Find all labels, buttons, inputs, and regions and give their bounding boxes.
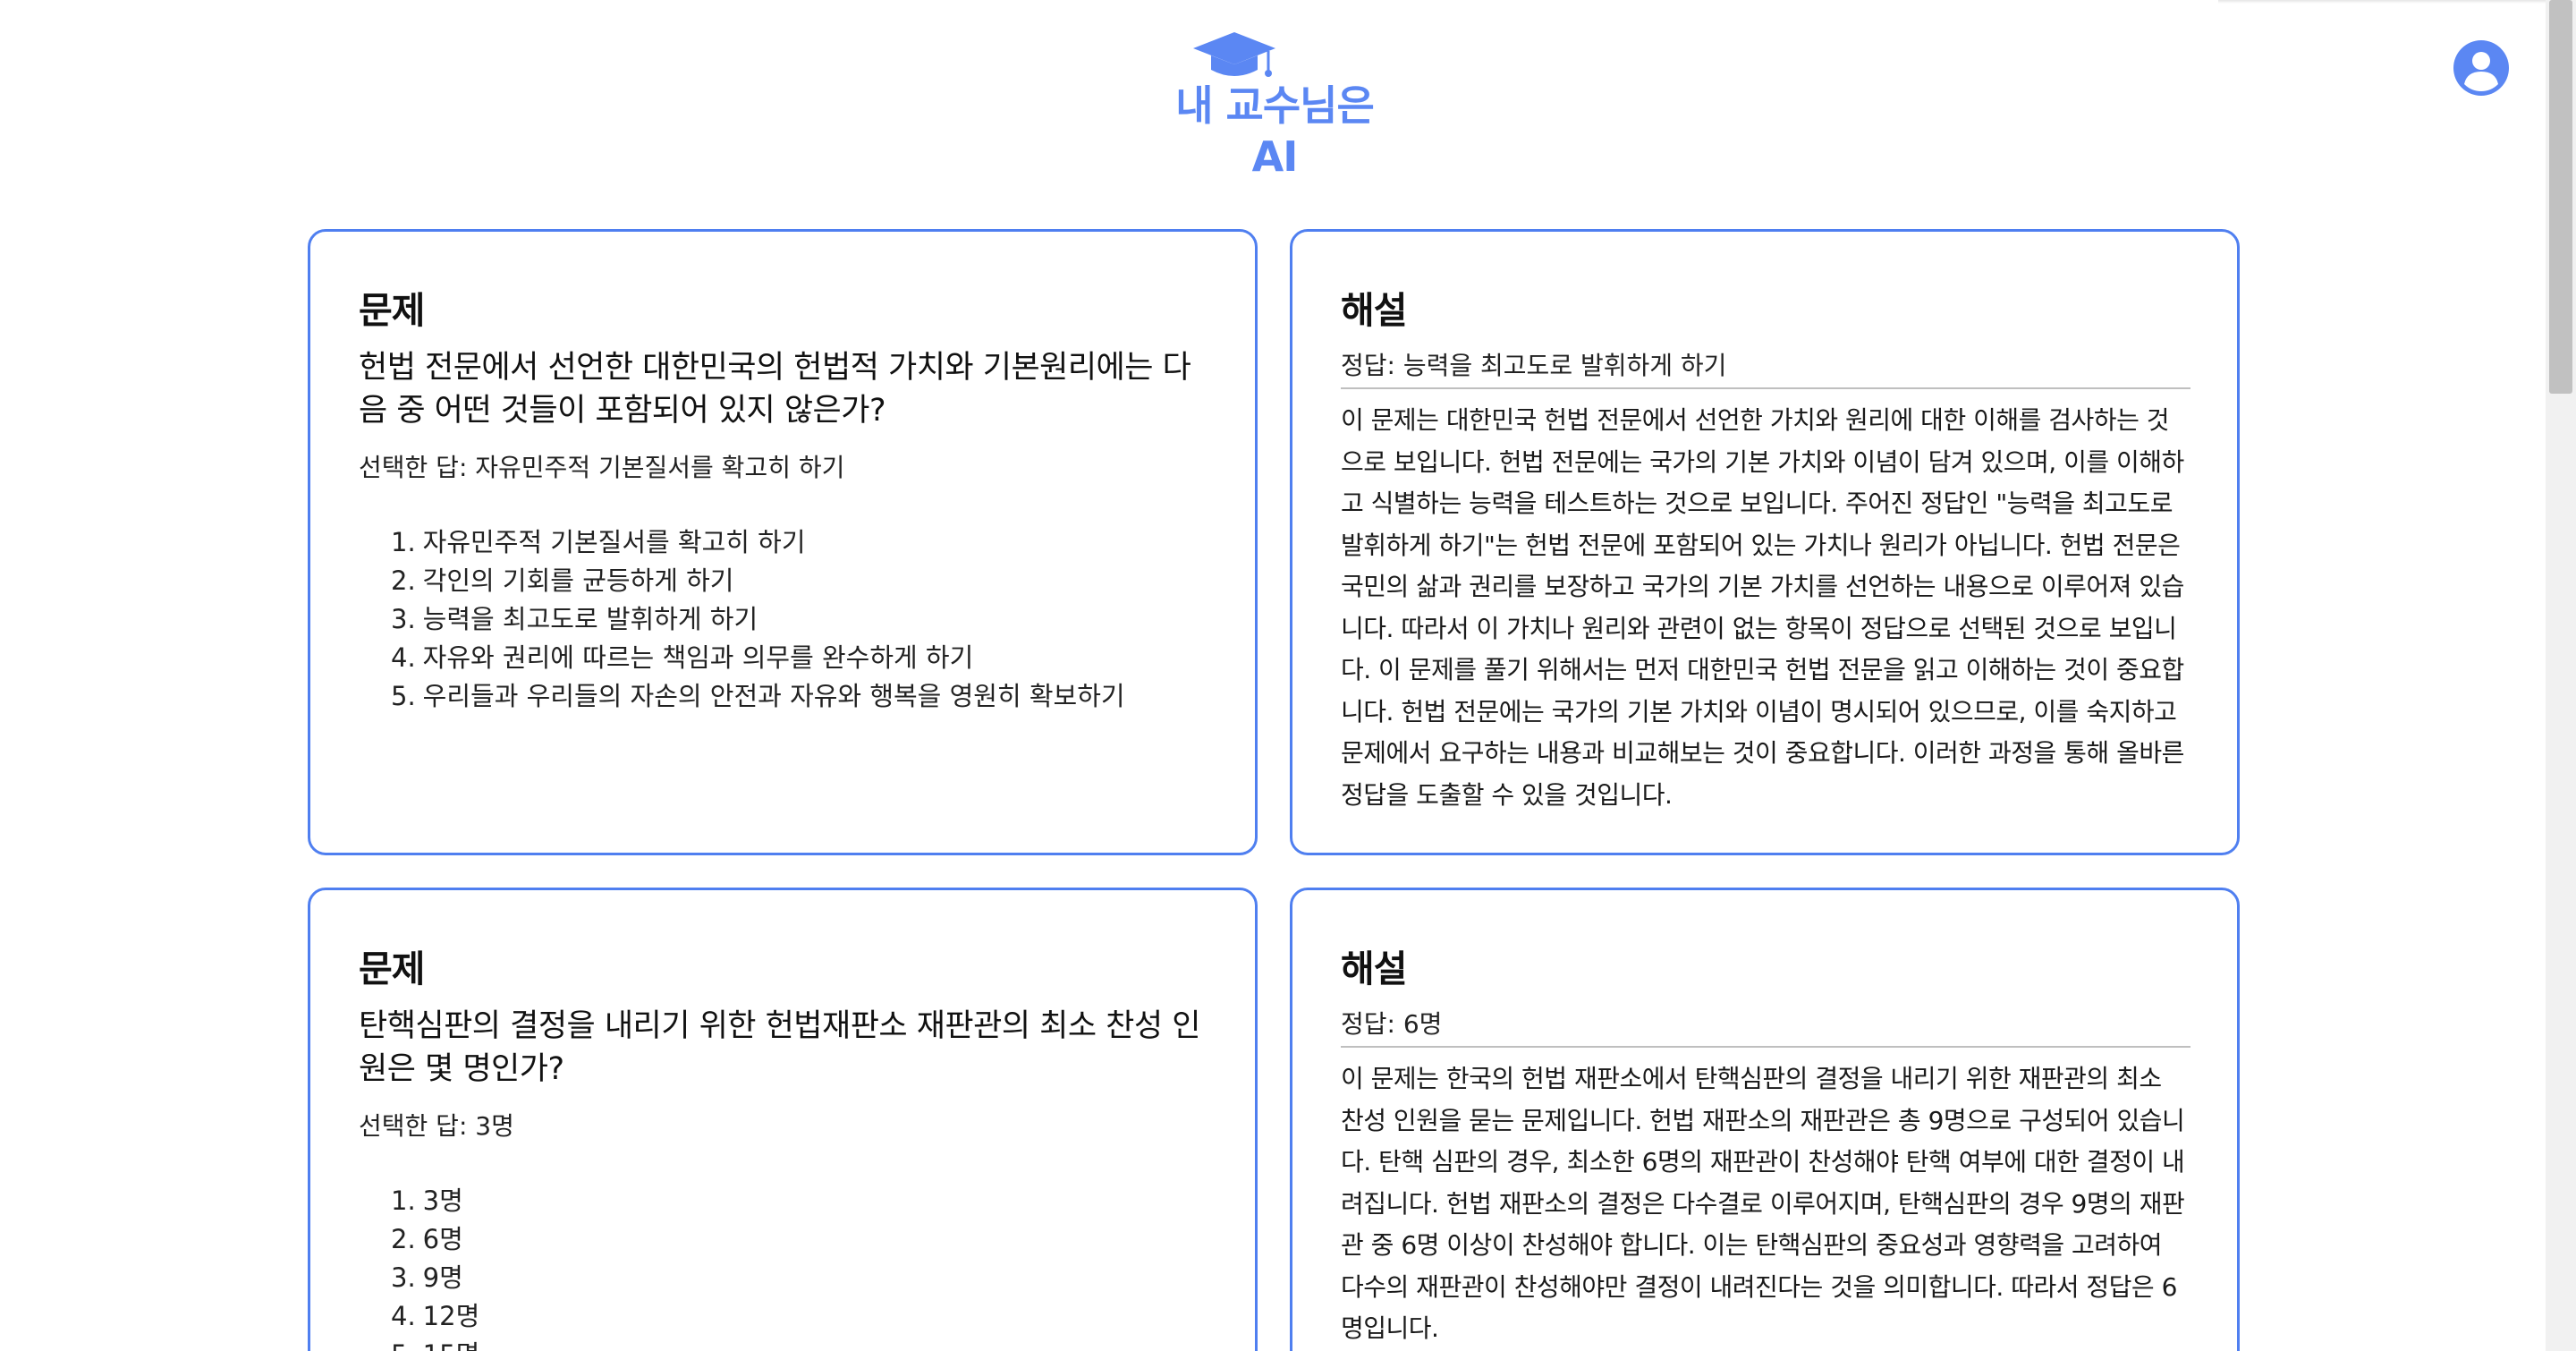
explanation-card: 해설 정답: 6명 이 문제는 한국의 헌법 재판소에서 탄핵심판의 결정을 내…	[1290, 888, 2240, 1351]
option-item[interactable]: 4. 12명	[391, 1297, 1208, 1336]
option-label: 12명	[422, 1301, 480, 1331]
explanation-heading: 해설	[1341, 289, 1407, 332]
option-label: 15명	[423, 1339, 480, 1351]
question-text: 탄핵심판의 결정을 내리기 위한 헌법재판소 재판관의 최소 찬성 인원은 몇 …	[359, 1008, 1200, 1087]
explanation-text: 이 문제는 대한민국 헌법 전문에서 선언한 가치와 원리에 대한 이해를 검사…	[1341, 405, 2184, 810]
top-shadow	[2218, 0, 2558, 4]
option-number: 2.	[391, 565, 416, 596]
options-list: 1.3명 2.6명 3.9명 4.12명 5. 15명	[359, 1182, 1208, 1351]
app-logo[interactable]: 내 교수님은 AI	[1149, 30, 1400, 181]
option-label: 우리들과 우리들의 자손의 안전과 자유와 행복을 영원히 확보하기	[422, 681, 1125, 711]
page: 내 교수님은 AI 문제 헌법 전문에서 선언한 대한민국의 헌법적 가치와 기…	[0, 0, 2576, 1351]
option-item[interactable]: 2. 6명	[391, 1220, 1208, 1259]
correct-answer: 정답: 능력을 최고도로 발휘하게 하기	[1341, 346, 2190, 389]
question-heading: 문제	[359, 947, 425, 990]
option-number: 3.	[391, 1262, 416, 1293]
option-item[interactable]: 5. 우리들과 우리들의 자손의 안전과 자유와 행복을 영원히 확보하기	[391, 677, 1208, 716]
option-label: 9명	[422, 1262, 463, 1293]
option-label: 6명	[422, 1224, 463, 1254]
option-label: 3명	[422, 1185, 463, 1216]
option-item[interactable]: 3. 능력을 최고도로 발휘하게 하기	[391, 600, 1208, 639]
option-item[interactable]: 5. 15명	[391, 1336, 1208, 1351]
option-number: 5.	[391, 681, 416, 711]
option-number: 4.	[391, 1301, 416, 1331]
option-number: 5.	[391, 1339, 416, 1351]
correct-answer: 정답: 6명	[1341, 1005, 2190, 1048]
option-item[interactable]: 1. 자유민주적 기본질서를 확고히 하기	[391, 523, 1208, 562]
option-item[interactable]: 4. 자유와 권리에 따르는 책임과 의무를 완수하게 하기	[391, 639, 1208, 677]
option-number: 2.	[391, 1224, 416, 1254]
question-heading: 문제	[359, 289, 425, 332]
user-circle-icon[interactable]	[2453, 39, 2510, 97]
explanation-card: 해설 정답: 능력을 최고도로 발휘하게 하기 이 문제는 대한민국 헌법 전문…	[1290, 229, 2240, 855]
option-number: 1.	[391, 1185, 416, 1216]
option-item[interactable]: 1. 3명	[391, 1182, 1208, 1220]
vertical-scrollbar[interactable]	[2546, 0, 2576, 1351]
option-label: 자유민주적 기본질서를 확고히 하기	[422, 527, 806, 557]
options-list: 1. 자유민주적 기본질서를 확고히 하기 2. 각인의 기회를 균등하게 하기 3…	[359, 523, 1208, 716]
scrollbar-thumb[interactable]	[2549, 0, 2572, 394]
question-card: 문제 헌법 전문에서 선언한 대한민국의 헌법적 가치와 기본원리에는 다음 중…	[308, 229, 1258, 855]
option-item[interactable]: 2. 각인의 기회를 균등하게 하기	[391, 562, 1208, 600]
option-item[interactable]: 3. 9명	[391, 1259, 1208, 1297]
option-label: 자유와 권리에 따르는 책임과 의무를 완수하게 하기	[422, 642, 974, 673]
selected-answer: 선택한 답: 자유민주적 기본질서를 확고히 하기	[359, 453, 845, 482]
question-text: 헌법 전문에서 선언한 대한민국의 헌법적 가치와 기본원리에는 다음 중 어떤…	[359, 350, 1191, 429]
explanation-heading: 해설	[1341, 947, 1407, 990]
explanation-text: 이 문제는 한국의 헌법 재판소에서 탄핵심판의 결정을 내리기 위한 재판관의…	[1341, 1064, 2185, 1343]
option-number: 3.	[391, 604, 416, 634]
app-title: 내 교수님은 AI	[1175, 81, 1375, 181]
option-number: 1.	[391, 527, 416, 557]
option-label: 능력을 최고도로 발휘하게 하기	[422, 604, 758, 634]
selected-answer: 선택한 답: 3명	[359, 1111, 514, 1141]
option-label: 각인의 기회를 균등하게 하기	[422, 565, 734, 596]
question-card: 문제 탄핵심판의 결정을 내리기 위한 헌법재판소 재판관의 최소 찬성 인원은…	[308, 888, 1258, 1351]
option-number: 4.	[391, 642, 416, 673]
